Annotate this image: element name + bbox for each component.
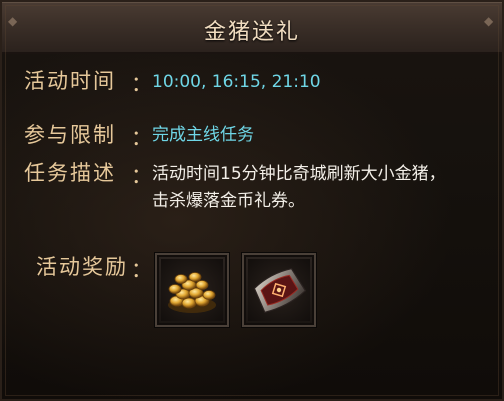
- event-panel: ◆ ◆ 金猪送礼 活动时间 ： 10:00, 16:15, 21:10 参与限制…: [0, 0, 504, 401]
- time-value: 10:00, 16:15, 21:10: [152, 72, 321, 92]
- desc-line-1: 活动时间15分钟比奇城刷新大小金猪，: [152, 164, 446, 184]
- panel-title: 金猪送礼: [203, 20, 300, 45]
- limit-label: 参与限制: [24, 123, 116, 147]
- time-label: 活动时间: [24, 69, 116, 93]
- colon: ：: [131, 164, 152, 188]
- desc-label: 任务描述: [24, 161, 116, 185]
- desc-line-2: 击杀爆落金币礼券。: [152, 191, 305, 211]
- voucher-scroll-icon: [253, 267, 307, 313]
- title-bar: ◆ ◆ 金猪送礼: [2, 2, 502, 54]
- colon: ：: [131, 126, 152, 150]
- colon: ：: [131, 258, 152, 282]
- reward-slot-gold[interactable]: [155, 253, 229, 327]
- gold-coins-icon: [168, 272, 216, 313]
- reward-slot-voucher[interactable]: [242, 253, 316, 327]
- colon: ：: [131, 72, 152, 96]
- reward-label: 活动奖励: [36, 255, 128, 279]
- limit-value: 完成主线任务: [152, 125, 254, 145]
